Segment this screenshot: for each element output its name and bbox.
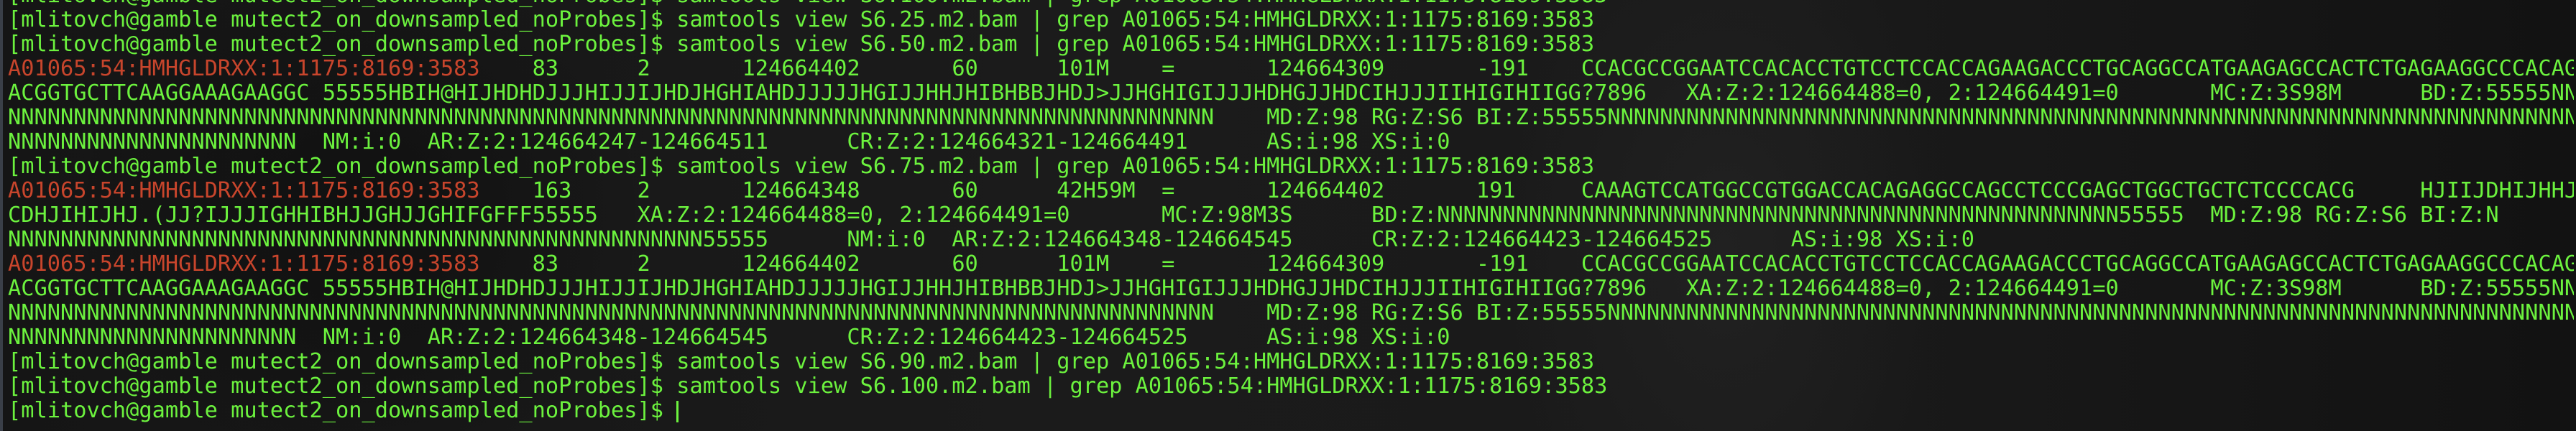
line-text: [mlitovch@gamble mutect2_on_downsampled_… [8,350,1595,374]
line-text: NNNNNNNNNNNNNNNNNNNNNNNNNNNNNNNNNNNNNNNN… [8,228,1975,252]
line-text: NNNNNNNNNNNNNNNNNNNNNNNNNNNNNNNNNNNNNNNN… [8,301,2574,325]
read-id: A01065:54:HMHGLDRXX:1:1175:8169:3583 [8,57,480,81]
line-text: 83 2 124664402 60 101M = 124664309 -191 … [479,252,2574,277]
terminal-line: ACGGTGCTTCAAGGAAAGAAGGC 55555HBIH@HIJHDH… [8,277,2574,301]
terminal-line: [mlitovch@gamble mutect2_on_downsampled_… [8,0,2574,8]
line-text: [mlitovch@gamble mutect2_on_downsampled_… [8,154,1595,179]
line-text: ACGGTGCTTCAAGGAAAGAAGGC 55555HBIH@HIJHDH… [8,277,2574,301]
window-edge [0,0,3,431]
terminal-line: NNNNNNNNNNNNNNNNNNNNNNNNNNNNNNNNNNNNNNNN… [8,301,2574,325]
line-text: [mlitovch@gamble mutect2_on_downsampled_… [8,8,1595,32]
terminal-line: A01065:54:HMHGLDRXX:1:1175:8169:3583 83 … [8,252,2574,277]
terminal-output[interactable]: [mlitovch@gamble mutect2_on_downsampled_… [8,0,2574,423]
terminal-line: [mlitovch@gamble mutect2_on_downsampled_… [8,374,2574,399]
terminal-line: CDHJIHIJHJ.(JJ?IJJJIGHHIBHJJGHJJGHIFGFFF… [8,203,2574,228]
line-text: [mlitovch@gamble mutect2_on_downsampled_… [8,32,1595,57]
line-text: ACGGTGCTTCAAGGAAAGAAGGC 55555HBIH@HIJHDH… [8,81,2574,106]
terminal-line: [mlitovch@gamble mutect2_on_downsampled_… [8,8,2574,32]
line-text: NNNNNNNNNNNNNNNNNNNNNN NM:i:0 AR:Z:2:124… [8,130,1450,154]
line-text: 163 2 124664348 60 42H59M = 124664402 19… [532,179,2574,203]
line-text: NNNNNNNNNNNNNNNNNNNNNNNNNNNNNNNNNNNNNNNN… [8,106,2574,130]
terminal-line: NNNNNNNNNNNNNNNNNNNNNN NM:i:0 AR:Z:2:124… [8,130,2574,154]
terminal-line: NNNNNNNNNNNNNNNNNNNNNNNNNNNNNNNNNNNNNNNN… [8,228,2574,252]
terminal-line: [mlitovch@gamble mutect2_on_downsampled_… [8,350,2574,374]
text-cursor [676,400,679,422]
terminal-line: A01065:54:HMHGLDRXX:1:1175:8169:3583 83 … [8,57,2574,81]
terminal-line: [mlitovch@gamble mutect2_on_downsampled_… [8,154,2574,179]
terminal-line: [mlitovch@gamble mutect2_on_downsampled_… [8,32,2574,57]
shell-prompt: [mlitovch@gamble mutect2_on_downsampled_… [8,399,677,423]
line-text: NNNNNNNNNNNNNNNNNNNNNN NM:i:0 AR:Z:2:124… [8,325,1450,350]
line-text: [mlitovch@gamble mutect2_on_downsampled_… [8,0,1607,8]
terminal-line: NNNNNNNNNNNNNNNNNNNNNN NM:i:0 AR:Z:2:124… [8,325,2574,350]
read-id: A01065:54:HMHGLDRXX:1:1175:8169:3583 [8,252,480,277]
terminal-line: NNNNNNNNNNNNNNNNNNNNNNNNNNNNNNNNNNNNNNNN… [8,106,2574,130]
read-id: A01065:54:HMHGLDRXX:1:1175:8169:3583 [8,179,480,203]
line-text: CDHJIHIJHJ.(JJ?IJJJIGHHIBHJJGHJJGHIFGFFF… [8,203,2499,228]
active-prompt-line[interactable]: [mlitovch@gamble mutect2_on_downsampled_… [8,399,2574,423]
terminal-line: A01065:54:HMHGLDRXX:1:1175:8169:3583 163… [8,179,2574,203]
line-text: [mlitovch@gamble mutect2_on_downsampled_… [8,374,1608,399]
terminal-line: ACGGTGCTTCAAGGAAAGAAGGC 55555HBIH@HIJHDH… [8,81,2574,106]
line-text: 83 2 124664402 60 101M = 124664309 -191 … [479,57,2574,81]
